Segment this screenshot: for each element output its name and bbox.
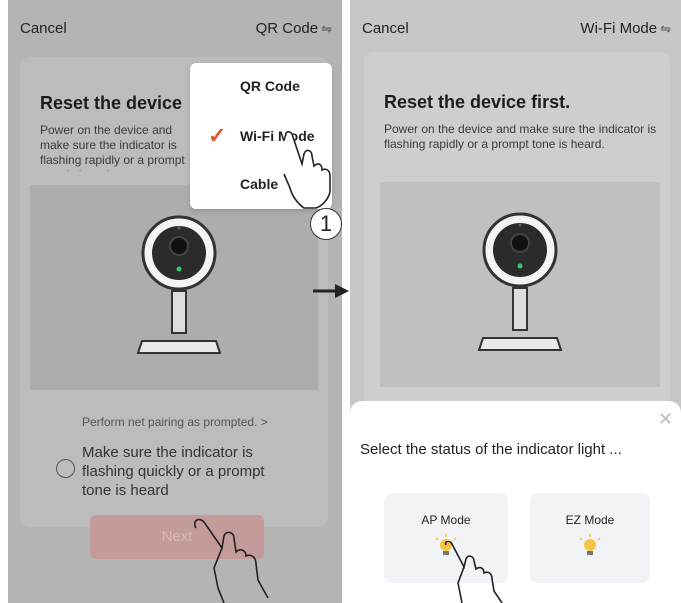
top-bar: Cancel QR Code ⇋ <box>8 0 342 52</box>
confirm-radio[interactable] <box>56 459 75 478</box>
close-icon[interactable]: ✕ <box>658 409 673 430</box>
right-screen: Cancel Wi-Fi Mode ⇋ Reset the device firs… <box>350 0 681 603</box>
cancel-button[interactable]: Cancel <box>20 20 67 37</box>
pairing-hint-link[interactable]: Perform net pairing as prompted. > <box>82 415 268 429</box>
confirm-text: Make sure the indicator is flashing quic… <box>82 444 265 499</box>
instruction-text: Power on the device and make sure the in… <box>40 123 185 171</box>
tap-hand-icon <box>193 518 269 603</box>
cancel-button[interactable]: Cancel <box>362 20 409 37</box>
menu-item-label: Cable <box>240 176 279 192</box>
page-title: Reset the device <box>40 93 183 113</box>
indicator-status-sheet: ✕ Select the status of the indicator lig… <box>350 401 681 603</box>
swap-icon: ⇋ <box>660 21 671 36</box>
camera-icon <box>136 215 222 354</box>
tap-hand-icon <box>444 541 503 603</box>
checkmark-icon: ✓ <box>208 123 227 148</box>
tap-hand-icon <box>283 131 331 209</box>
option-label: AP Mode <box>421 513 471 527</box>
option-ez-mode[interactable]: EZ Mode <box>530 493 650 583</box>
device-image <box>30 185 318 390</box>
bulb-icon <box>579 534 601 555</box>
page-title: Reset the device first. <box>384 92 571 112</box>
option-label: EZ Mode <box>565 513 615 527</box>
menu-item-label: QR Code <box>240 78 300 94</box>
instruction-text: Power on the device and make sure the in… <box>384 122 657 151</box>
sheet-question: Select the status of the indicator light… <box>360 441 622 458</box>
camera-icon <box>477 212 563 351</box>
mode-label: QR Code <box>255 20 319 37</box>
mode-switch-button[interactable]: QR Code ⇋ <box>256 20 332 37</box>
swap-icon: ⇋ <box>321 21 332 36</box>
transition-arrow-icon <box>313 284 349 298</box>
device-image <box>380 182 660 387</box>
menu-item-qr-code[interactable]: QR Code <box>190 63 332 109</box>
top-bar: Cancel Wi-Fi Mode ⇋ <box>350 0 681 52</box>
mode-label: Wi-Fi Mode <box>580 20 658 37</box>
step-badge: 1 <box>310 208 342 240</box>
mode-switch-button[interactable]: Wi-Fi Mode ⇋ <box>580 20 671 37</box>
instruction-card: Reset the device first. Power on the dev… <box>364 52 670 412</box>
